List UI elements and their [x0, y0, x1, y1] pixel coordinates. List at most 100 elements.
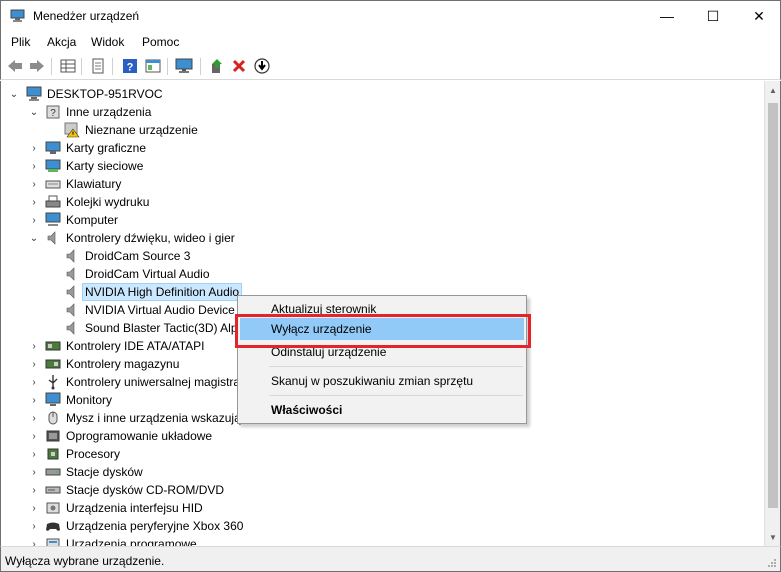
collapse-icon[interactable]: ⌄	[9, 85, 19, 103]
speaker-icon	[66, 285, 75, 299]
scroll-up-icon[interactable]: ▲	[769, 86, 777, 95]
tree-category-item[interactable]: › Karty sieciowe	[1, 157, 761, 175]
expand-icon[interactable]: ›	[29, 481, 39, 499]
tree-category-item[interactable]: › Urządzenia peryferyjne Xbox 360	[1, 517, 761, 535]
expand-icon[interactable]: ›	[29, 355, 39, 373]
menu-widok[interactable]: Widok	[91, 35, 124, 49]
tree-category-item[interactable]: › Klawiatury	[1, 175, 761, 193]
tree-item-label: NVIDIA Virtual Audio Device	[85, 303, 235, 317]
tree-category-item[interactable]: › Stacje dysków CD-ROM/DVD	[1, 481, 761, 499]
expand-icon[interactable]: ›	[29, 391, 39, 409]
close-button[interactable]: ✕	[736, 1, 781, 31]
expand-icon[interactable]: ›	[29, 409, 39, 427]
expand-icon[interactable]: ›	[29, 373, 39, 391]
tree-device-item[interactable]: Nieznane urządzenie	[1, 121, 761, 139]
minimize-button[interactable]: —	[644, 1, 690, 31]
tree-category-item[interactable]: › Oprogramowanie układowe	[1, 427, 761, 445]
tree-category-item[interactable]: › Kolejki wydruku	[1, 193, 761, 211]
unknown-device-icon: ?	[46, 105, 60, 119]
expand-icon[interactable]: ›	[29, 193, 39, 211]
mouse-icon	[48, 411, 58, 425]
tree-item-label: Oprogramowanie układowe	[66, 429, 213, 443]
menu-scan-hardware[interactable]: Skanuj w poszukiwaniu zmian sprzętu	[240, 370, 524, 392]
tree-item-label: DroidCam Virtual Audio	[85, 267, 210, 281]
expand-icon[interactable]: ›	[29, 211, 39, 229]
cdrom-icon	[45, 486, 61, 494]
tree-category-item[interactable]: › Karty graficzne	[1, 139, 761, 157]
scroll-down-icon[interactable]: ▼	[769, 533, 777, 542]
expand-icon[interactable]: ›	[29, 463, 39, 481]
gamepad-icon	[46, 522, 60, 531]
expand-icon[interactable]: ›	[29, 427, 39, 445]
tree-item-label: Stacje dysków	[66, 465, 143, 479]
svg-text:?: ?	[127, 62, 134, 74]
menu-properties[interactable]: Właściwości	[240, 399, 524, 421]
menu-pomoc[interactable]: Pomoc	[142, 35, 179, 49]
resize-grip-icon[interactable]	[767, 558, 777, 568]
printer-icon	[45, 195, 61, 208]
collapse-icon[interactable]: ⌄	[29, 103, 39, 121]
expand-icon[interactable]: ›	[29, 175, 39, 193]
expand-icon[interactable]: ›	[29, 535, 39, 547]
hid-icon	[46, 502, 60, 514]
tree-category-item[interactable]: ⌄? Inne urządzenia	[1, 103, 761, 121]
tree-device-item[interactable]: DroidCam Virtual Audio	[1, 265, 761, 283]
menu-bar: Plik Akcja Widok Pomoc	[0, 31, 781, 53]
network-adapter-icon	[45, 159, 61, 172]
speaker-icon	[66, 249, 75, 263]
tree-item-label: Kontrolery uniwersalnej magistra	[66, 375, 241, 389]
tree-item-label: Kontrolery magazynu	[66, 357, 180, 371]
uninstall-x-icon[interactable]	[230, 57, 248, 75]
vertical-scrollbar[interactable]: ▲ ▼	[764, 81, 781, 546]
svg-text:?: ?	[50, 108, 56, 119]
computer-icon	[45, 212, 61, 226]
tree-item-label: Monitory	[66, 393, 113, 407]
tree-category-item[interactable]: ⌄ Kontrolery dźwięku, wideo i gier	[1, 229, 761, 247]
expand-icon[interactable]: ›	[29, 139, 39, 157]
expand-icon[interactable]: ›	[29, 517, 39, 535]
monitor-icon[interactable]	[175, 57, 193, 75]
firmware-icon	[46, 430, 60, 442]
properties-grid-icon[interactable]	[59, 57, 77, 75]
window-title: Menedżer urządzeń	[33, 9, 140, 23]
menu-separator	[269, 366, 523, 367]
expand-icon[interactable]: ›	[29, 157, 39, 175]
tree-category-item[interactable]: › Stacje dysków	[1, 463, 761, 481]
expand-icon[interactable]: ›	[29, 445, 39, 463]
menu-separator	[269, 395, 523, 396]
update-driver-icon[interactable]	[208, 57, 226, 75]
help-icon[interactable]: ?	[121, 57, 139, 75]
download-icon[interactable]	[253, 57, 271, 75]
expand-icon[interactable]: ›	[29, 337, 39, 355]
tree-item-label: Klawiatury	[66, 177, 122, 191]
back-arrow-icon[interactable]	[6, 57, 24, 75]
view-icon[interactable]	[144, 57, 162, 75]
expand-icon[interactable]: ›	[29, 499, 39, 517]
tree-item-label: Nieznane urządzenie	[85, 123, 198, 137]
storage-controller-icon	[45, 359, 61, 369]
tree-device-item[interactable]: DroidCam Source 3	[1, 247, 761, 265]
tree-item-label: Kontrolery IDE ATA/ATAPI	[66, 339, 205, 353]
tree-root[interactable]: ⌄ DESKTOP-951RVOC	[1, 85, 761, 103]
title-bar: Menedżer urządzeń — ☐ ✕	[0, 0, 781, 31]
scroll-thumb[interactable]	[768, 103, 778, 508]
menu-akcja[interactable]: Akcja	[47, 35, 76, 49]
tree-category-item[interactable]: › Urządzenia programowe	[1, 535, 761, 546]
tree-category-item[interactable]: › Procesory	[1, 445, 761, 463]
tree-category-item[interactable]: › Urządzenia interfejsu HID	[1, 499, 761, 517]
tree-item-label: NVIDIA High Definition Audio	[82, 283, 243, 301]
forward-arrow-icon[interactable]	[28, 57, 46, 75]
close-icon: ✕	[753, 7, 765, 24]
menu-plik[interactable]: Plik	[11, 35, 30, 49]
maximize-icon: ☐	[706, 7, 720, 24]
maximize-button[interactable]: ☐	[690, 1, 736, 31]
speaker-icon	[47, 231, 56, 245]
keyboard-icon	[45, 180, 61, 189]
tree-item-label: Karty graficzne	[66, 141, 147, 155]
collapse-icon[interactable]: ⌄	[29, 229, 39, 247]
tree-root-label: DESKTOP-951RVOC	[47, 87, 163, 101]
highlight-annotation-box	[235, 314, 531, 348]
tree-category-item[interactable]: › Komputer	[1, 211, 761, 229]
document-icon[interactable]	[89, 57, 107, 75]
status-text: Wyłącza wybrane urządzenie.	[5, 554, 165, 568]
